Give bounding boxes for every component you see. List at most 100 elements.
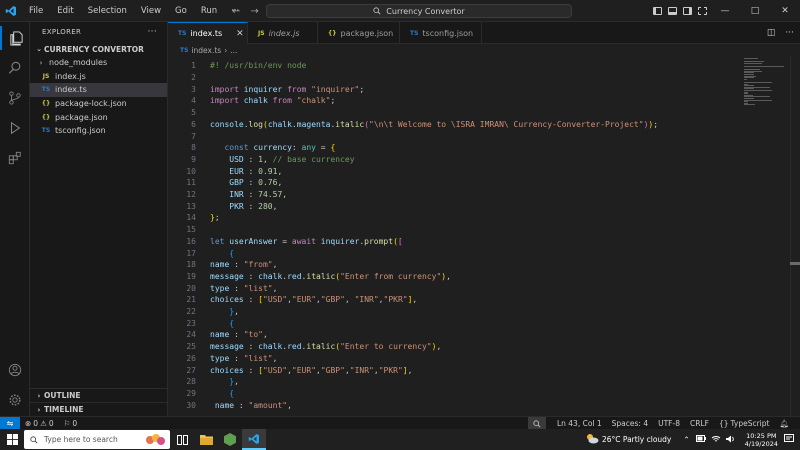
minimap-line: [744, 104, 755, 106]
toggle-panel-icon[interactable]: [665, 0, 680, 22]
code-text: USD : 1, // base currencey: [210, 155, 354, 164]
settings-gear-icon[interactable]: [0, 388, 30, 412]
account-icon[interactable]: [0, 358, 30, 382]
task-view-icon[interactable]: [170, 429, 194, 450]
code-token: [: [397, 236, 403, 246]
minimap[interactable]: [742, 56, 790, 416]
line-number: 11: [186, 178, 196, 188]
line-number: 17: [186, 248, 196, 258]
more-actions-icon[interactable]: ···: [148, 27, 157, 37]
vertical-scrollbar[interactable]: [790, 56, 800, 416]
code-token: chalk: [258, 342, 283, 352]
tab-tsconfig-json[interactable]: TS tsconfig.json: [400, 22, 482, 44]
breadcrumb-file[interactable]: index.ts: [191, 46, 221, 55]
extensions-icon[interactable]: [0, 146, 30, 170]
run-debug-icon[interactable]: [0, 116, 30, 140]
code-token: ,: [282, 190, 288, 200]
customize-layout-icon[interactable]: [695, 0, 710, 22]
more-actions-icon[interactable]: ···: [785, 28, 794, 38]
indentation[interactable]: Spaces: 4: [607, 419, 653, 428]
volume-icon[interactable]: [725, 435, 735, 445]
clock[interactable]: 10:25 PM 4/19/2024: [739, 432, 784, 448]
line-number: 8: [191, 143, 196, 153]
code-token: "PKR": [378, 365, 403, 375]
code-editor[interactable]: 1 #! /usr/bin/env node 2 3 import inquirer f…: [168, 56, 800, 416]
file-explorer-taskbar-icon[interactable]: [194, 429, 218, 450]
menu-item-edit[interactable]: Edit: [50, 0, 80, 22]
explorer-files-icon[interactable]: [0, 26, 30, 50]
code-token: ,: [272, 283, 278, 293]
weather-text[interactable]: 26°C Partly cloudy: [602, 435, 671, 444]
menu-item-go[interactable]: Go: [168, 0, 194, 22]
line-number: 6: [191, 119, 196, 129]
taskbar-search[interactable]: Type here to search: [24, 430, 170, 449]
split-editor-icon[interactable]: ◫: [767, 28, 776, 38]
toggle-secondary-sidebar-icon[interactable]: [680, 0, 695, 22]
notifications-bell-icon[interactable]: 🔔︎: [774, 419, 794, 428]
remote-indicator-icon[interactable]: ⇋: [0, 416, 20, 430]
code-token: :: [234, 400, 249, 410]
menu-item-file[interactable]: File: [22, 0, 50, 22]
code-token: inquirer: [320, 236, 360, 246]
code-token: ,: [436, 342, 442, 352]
code-token: 280: [258, 201, 273, 211]
menu-item-view[interactable]: View: [134, 0, 168, 22]
menu-item-run[interactable]: Run: [194, 0, 224, 22]
tab-index-js[interactable]: JS index.js: [248, 22, 318, 44]
nodejs-taskbar-icon[interactable]: [218, 429, 242, 450]
file-type-icon: TS: [410, 29, 419, 37]
code-token: "to": [243, 330, 263, 340]
error-count: 0: [33, 418, 39, 428]
project-folder[interactable]: ⌄ CURRENCY CONVERTOR: [30, 42, 167, 56]
close-window-button[interactable]: ✕: [770, 0, 800, 22]
line-number: 15: [186, 225, 196, 235]
windows-start-icon[interactable]: [0, 429, 24, 450]
forward-arrow-icon[interactable]: →: [250, 6, 258, 17]
minimize-button[interactable]: —: [710, 0, 740, 22]
notification-center-icon[interactable]: [784, 434, 794, 445]
code-token: chalk: [258, 271, 283, 281]
encoding[interactable]: UTF-8: [653, 419, 685, 428]
tab-index-ts[interactable]: TS index.ts ✕: [168, 22, 248, 44]
tree-item[interactable]: › node_modules: [30, 56, 167, 70]
code-token: chalk: [267, 119, 292, 129]
source-control-icon[interactable]: [0, 86, 30, 110]
ports-indicator[interactable]: ⚐ 0: [59, 419, 83, 428]
problems-indicator[interactable]: ⊗ 0 ⚠ 0: [20, 419, 59, 428]
code-token: #! /usr/bin/env node: [210, 61, 307, 71]
line-number: 22: [186, 307, 196, 317]
timeline-section[interactable]: › TIMELINE: [30, 402, 168, 416]
tree-item[interactable]: {} package.json: [30, 110, 167, 124]
breadcrumb-rest[interactable]: ...: [230, 46, 237, 55]
tab-package-json[interactable]: {} package.json: [318, 22, 400, 44]
outline-section[interactable]: › OUTLINE: [30, 388, 168, 402]
language-mode[interactable]: {} TypeScript: [714, 419, 775, 428]
weather-icon[interactable]: [585, 433, 599, 446]
minimap-line: [744, 82, 772, 83]
tree-item[interactable]: JS index.js: [30, 70, 167, 84]
toggle-sidebar-icon[interactable]: [650, 0, 665, 22]
code-text: PKR : 280,: [210, 202, 277, 211]
show-hidden-icons-icon[interactable]: ⌃: [683, 435, 689, 444]
vscode-taskbar-icon[interactable]: [242, 429, 266, 450]
code-token: ,: [234, 377, 239, 387]
battery-icon[interactable]: [695, 435, 706, 444]
line-ending[interactable]: CRLF: [685, 419, 714, 428]
network-icon[interactable]: [711, 435, 721, 445]
code-line: 15: [168, 224, 738, 236]
command-center[interactable]: Currency Convertor: [266, 4, 572, 18]
tree-item[interactable]: {} package-lock.json: [30, 97, 167, 111]
code-line: 18 name : "from",: [168, 259, 738, 271]
cursor-position[interactable]: Ln 43, Col 1: [552, 419, 607, 428]
close-tab-icon[interactable]: ✕: [236, 29, 244, 39]
code-token: name: [210, 330, 230, 340]
menu-item-selection[interactable]: Selection: [81, 0, 134, 22]
tree-item[interactable]: TS tsconfig.json: [30, 124, 167, 138]
search-icon[interactable]: [0, 56, 30, 80]
maximize-button[interactable]: □: [740, 0, 770, 22]
back-arrow-icon[interactable]: ←: [232, 6, 240, 17]
tree-item[interactable]: TS index.ts: [30, 83, 167, 97]
scrollbar-thumb[interactable]: [790, 262, 800, 265]
code-token: console: [210, 119, 244, 129]
code-token: currency: [253, 143, 292, 153]
